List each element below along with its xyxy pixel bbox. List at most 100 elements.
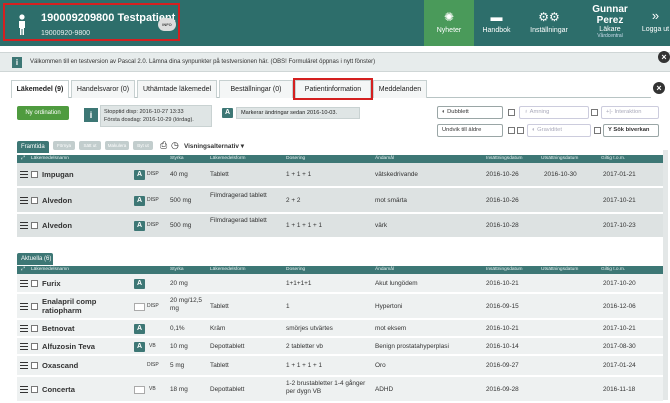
dubblett-checkbox[interactable] bbox=[508, 109, 515, 116]
table-row[interactable]: Enalapril comp ratiopharm DISP 20 mg/12,… bbox=[17, 294, 663, 319]
menu-icon[interactable] bbox=[20, 343, 28, 350]
drug-styrka: 0,1% bbox=[170, 325, 185, 332]
row-checkbox[interactable] bbox=[31, 343, 38, 350]
close-icon[interactable]: × bbox=[658, 51, 670, 63]
table-row[interactable]: Furix A 20 mg 1+1+1+1 Akut lungödem 2016… bbox=[17, 274, 663, 293]
row-checkbox[interactable] bbox=[31, 303, 38, 310]
table-row[interactable]: Concerta VB 18 mg Depottablett 1-2 brust… bbox=[17, 377, 663, 402]
menu-icon[interactable] bbox=[20, 362, 28, 369]
installningar-button[interactable]: ⚙⚙ Inställningar bbox=[519, 0, 579, 46]
info-icon: i bbox=[84, 108, 98, 122]
undvik-checkbox[interactable] bbox=[508, 127, 515, 134]
byt-ut-button[interactable]: Byt ut bbox=[133, 141, 153, 150]
biverkan-checkbox[interactable] bbox=[594, 127, 601, 134]
table-row[interactable]: Alvedon A DISP 500 mg Filmdragerad table… bbox=[17, 214, 663, 238]
graviditet-checkbox[interactable] bbox=[517, 127, 524, 134]
expand-icon[interactable]: ⤢ bbox=[21, 266, 25, 274]
aktuella-tab[interactable]: Aktuella (6) bbox=[17, 253, 53, 265]
tab-patientinformation[interactable]: Patientinformation bbox=[293, 78, 373, 100]
print-icon[interactable]: ⎙ bbox=[160, 140, 167, 151]
fornya-button[interactable]: Förnya bbox=[53, 141, 75, 150]
col-namn[interactable]: Läkemedelsnamn bbox=[31, 155, 69, 163]
tab-uthamtade[interactable]: Uthämtade läkemedel bbox=[137, 80, 217, 98]
col-giltig[interactable]: Giltig t.o.m. bbox=[601, 266, 625, 274]
col-dosering[interactable]: Dosering bbox=[286, 266, 305, 274]
col-namn[interactable]: Läkemedelsnamn bbox=[31, 266, 69, 274]
patient-info-badge[interactable]: INFO bbox=[158, 18, 176, 31]
row-checkbox[interactable] bbox=[31, 362, 38, 369]
table-row[interactable]: Impugan A DISP 40 mg Tablett 1 + 1 + 1 v… bbox=[17, 163, 663, 187]
drug-dosering: 1+1+1+1 bbox=[286, 280, 312, 287]
user-name: Gunnar Perez bbox=[592, 4, 628, 26]
menu-icon[interactable] bbox=[20, 386, 28, 393]
nyheter-button[interactable]: ✺ Nyheter bbox=[424, 0, 474, 46]
col-utsattning[interactable]: Utsättningsdatum bbox=[541, 266, 578, 274]
sparkle-icon: ✺ bbox=[443, 10, 455, 24]
row-checkbox[interactable] bbox=[31, 222, 38, 229]
row-checkbox[interactable] bbox=[31, 386, 38, 393]
clock-icon[interactable]: ◷ bbox=[171, 140, 179, 151]
menu-icon[interactable] bbox=[20, 222, 28, 229]
col-andamal[interactable]: Ändamål bbox=[375, 155, 394, 163]
logout-button[interactable]: » Logga ut bbox=[641, 0, 670, 46]
drug-giltig: 2016-11-18 bbox=[603, 386, 636, 393]
makulera-button[interactable]: Makulera bbox=[105, 141, 129, 150]
col-form[interactable]: Läkemedelsform bbox=[210, 155, 245, 163]
dubblett-button[interactable]: ◐ Dubblett bbox=[437, 106, 503, 119]
drug-andamal: Oro bbox=[375, 362, 386, 369]
satt-ut-button[interactable]: Sätt ut bbox=[79, 141, 101, 150]
tab-lakemedel[interactable]: Läkemedel (9) bbox=[11, 80, 69, 98]
drug-form: Filmdragerad tablett bbox=[210, 217, 267, 224]
close-panel-icon[interactable]: × bbox=[653, 82, 665, 94]
expand-icon[interactable]: ⤢ bbox=[21, 155, 25, 163]
amning-checkbox[interactable] bbox=[591, 109, 598, 116]
menu-icon[interactable] bbox=[20, 325, 28, 332]
drug-insattning: 2016-10-21 bbox=[486, 325, 519, 332]
undvik-button[interactable]: Undvik till äldre bbox=[437, 124, 503, 137]
amning-button[interactable]: ♁ Amning bbox=[519, 106, 589, 119]
row-checkbox[interactable] bbox=[31, 280, 38, 287]
framtida-tab[interactable]: Framtida (3) bbox=[17, 141, 49, 162]
drug-styrka: 20 mg bbox=[170, 280, 188, 287]
row-checkbox[interactable] bbox=[31, 197, 38, 204]
stop-line-2: Första dosdag: 2016-10-29 (lördag). bbox=[104, 117, 194, 123]
col-form[interactable]: Läkemedelsform bbox=[210, 266, 245, 274]
col-styrka[interactable]: Styrka bbox=[170, 266, 184, 274]
col-dosering[interactable]: Dosering bbox=[286, 155, 305, 163]
table-row[interactable]: Alfuzosin Teva A VB 10 mg Depottablett 2… bbox=[17, 338, 663, 355]
col-styrka[interactable]: Styrka bbox=[170, 155, 184, 163]
patient-banner[interactable]: 190009209800 Testpatient 19000920-9800 I… bbox=[3, 3, 180, 41]
stop-info-box: Stopptid disp: 2016-10-27 13:33 Första d… bbox=[100, 105, 212, 127]
scrollbar[interactable] bbox=[663, 150, 668, 400]
row-checkbox[interactable] bbox=[31, 325, 38, 332]
drug-dosering: 1-2 brustabletter 1-4 gånger per dygn VB bbox=[286, 380, 366, 395]
col-insattning[interactable]: Insättningsdatum bbox=[486, 266, 523, 274]
tab-meddelanden[interactable]: Meddelanden bbox=[373, 80, 427, 98]
graviditet-button[interactable]: ◐ Graviditet bbox=[527, 124, 591, 137]
col-insattning[interactable]: Insättningsdatum bbox=[486, 155, 523, 163]
drug-name: Alfuzosin Teva bbox=[42, 342, 96, 351]
menu-icon[interactable] bbox=[20, 280, 28, 287]
menu-icon[interactable] bbox=[20, 303, 28, 310]
menu-icon[interactable] bbox=[20, 171, 28, 178]
user-role: Läkare bbox=[599, 26, 621, 33]
col-giltig[interactable]: Giltig t.o.m. bbox=[601, 155, 625, 163]
user-org: Vårdcentral bbox=[597, 33, 623, 39]
tab-handelsvaror[interactable]: Handelsvaror (0) bbox=[71, 80, 135, 98]
col-utsattning[interactable]: Utsättningsdatum bbox=[541, 155, 578, 163]
visningsalternativ-dropdown[interactable]: Visningsalternativ ▾ bbox=[184, 142, 244, 150]
sok-biverkan-button[interactable]: Y Sök biverkan bbox=[603, 124, 659, 137]
row-checkbox[interactable] bbox=[31, 171, 38, 178]
arrow-down-icon: ▾ bbox=[240, 143, 244, 150]
col-andamal[interactable]: Ändamål bbox=[375, 266, 394, 274]
table-row[interactable]: Oxascand DISP 5 mg Tablett 1 + 1 + 1 + 1… bbox=[17, 356, 663, 376]
tab-bestallningar[interactable]: Beställningar (0) bbox=[219, 80, 293, 98]
a-badge-icon: A bbox=[134, 221, 145, 231]
drug-andamal: Benign prostatahyperplasi bbox=[375, 343, 449, 350]
ny-ordination-button[interactable]: Ny ordination bbox=[17, 106, 69, 120]
interaktion-button[interactable]: +|- Interaktion bbox=[601, 106, 659, 119]
table-row[interactable]: Betnovat A 0,1% Kräm smörjes utvärtes mo… bbox=[17, 320, 663, 337]
table-row[interactable]: Alvedon A DISP 500 mg Filmdragerad table… bbox=[17, 188, 663, 213]
handbok-button[interactable]: ▬ Handbok bbox=[474, 0, 519, 46]
menu-icon[interactable] bbox=[20, 197, 28, 204]
